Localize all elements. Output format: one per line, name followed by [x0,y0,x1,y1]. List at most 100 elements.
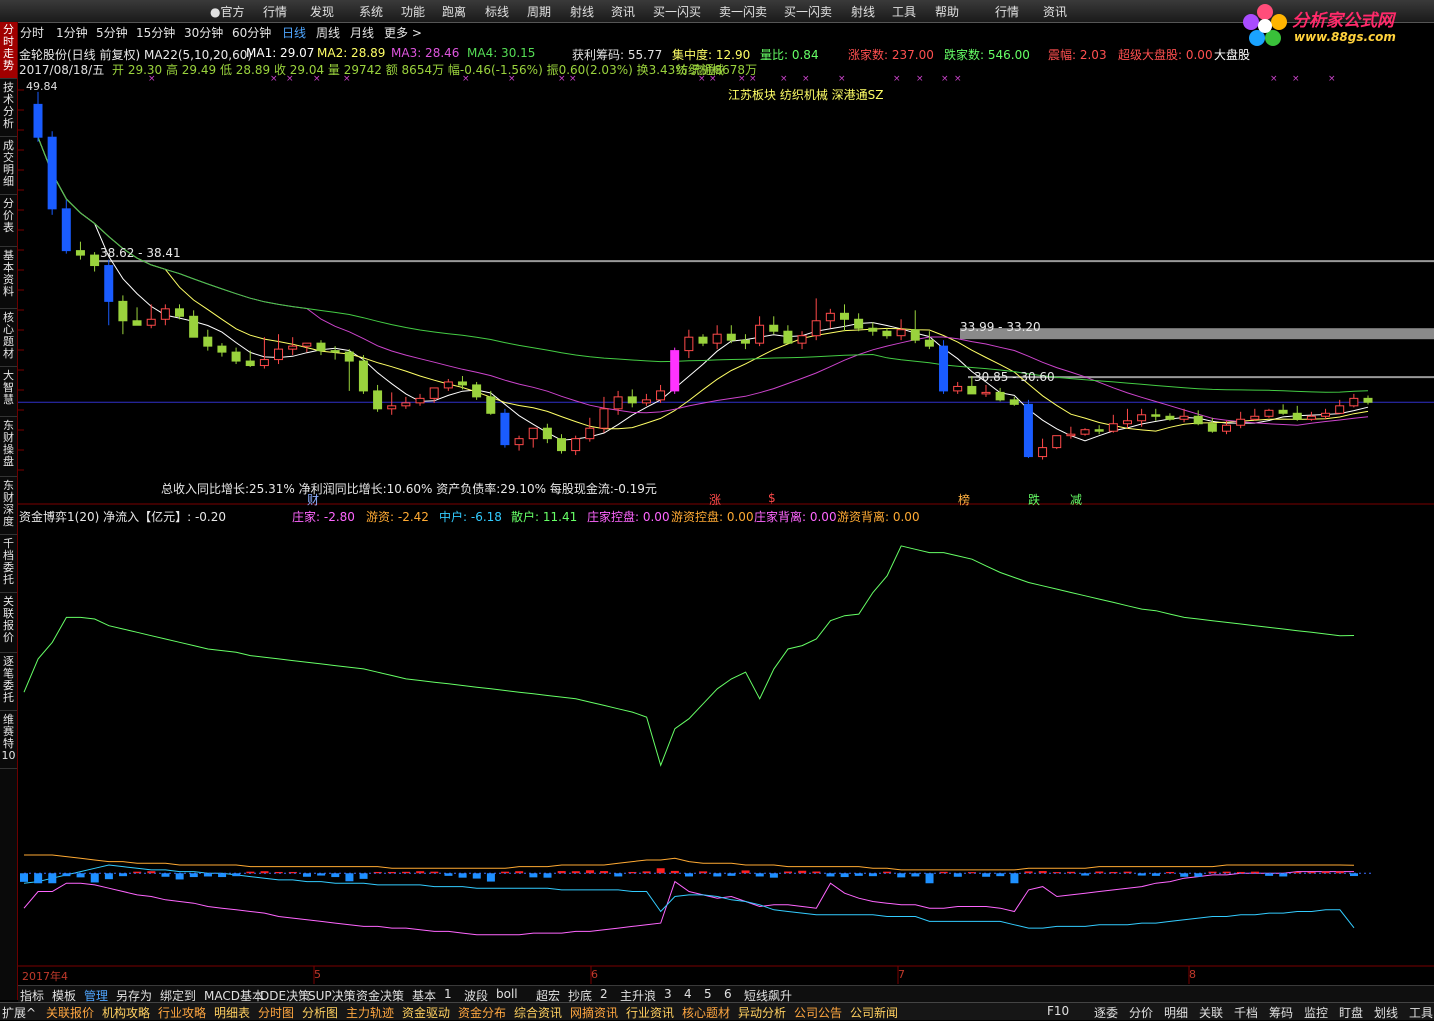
candle-body-down [457,381,467,386]
sidebar-tab-1[interactable]: 技术分析 [0,80,17,137]
status-right-7[interactable]: 监控 [1304,1004,1328,1021]
menu-item-0[interactable]: ●官方 [210,3,244,20]
status-left-9[interactable]: 资金分布 [458,1004,506,1021]
status-right-8[interactable]: 盯盘 [1339,1004,1363,1021]
zhuangjia-control: 庄家控盘: 0.00 [587,510,670,524]
candle-body-up [825,312,835,322]
tool-12[interactable]: boll [496,987,518,1001]
menu-item-12[interactable]: 买一闪卖 [784,3,832,20]
menu-item-11[interactable]: 卖一闪卖 [719,3,767,20]
status-left-13[interactable]: 核心题材 [682,1004,730,1021]
sidebar-tab-0[interactable]: 分时走势 [0,22,17,79]
status-left-1[interactable]: 关联报价 [46,1004,94,1021]
tool-10[interactable]: 1 [444,987,452,1001]
event-marker-0[interactable]: 财 [307,491,319,508]
sidebar-tab-4[interactable]: 基本资料 [0,248,17,309]
event-marker-4[interactable]: 跌 [1028,491,1040,508]
status-right-4[interactable]: 关联 [1199,1004,1223,1021]
candle-body-up [1306,415,1316,420]
status-left-4[interactable]: 明细表 [214,1004,250,1021]
event-marker-3[interactable]: 榜 [958,491,970,508]
menu-item-4[interactable]: 功能 [401,3,425,20]
menu-item-8[interactable]: 射线 [570,3,594,20]
menu-item-6[interactable]: 标线 [485,3,509,20]
menu-item-9[interactable]: 资讯 [611,3,635,20]
candle-body-up [896,329,906,337]
quote-date: 2017/08/18/五 [19,63,105,77]
status-left-6[interactable]: 分析图 [302,1004,338,1021]
candle-body-down [854,318,864,329]
tool-18[interactable]: 4 [684,987,692,1001]
menu-item-17[interactable]: 资讯 [1043,3,1067,20]
status-right-10[interactable]: 工具 [1409,1004,1433,1021]
status-right-5[interactable]: 千档 [1234,1004,1258,1021]
status-left-10[interactable]: 综合资讯 [514,1004,562,1021]
candle-body-up [1122,420,1132,425]
period-tab-5[interactable]: 60分钟 [232,24,271,41]
signal-cross: × [1292,74,1300,84]
sidebar-tab-9[interactable]: 千档委托 [0,536,17,593]
status-right-1[interactable]: 逐委 [1094,1004,1118,1021]
tool-17[interactable]: 3 [664,987,672,1001]
status-left-0[interactable]: 扩展^ [2,1004,36,1021]
candle-body-down [132,320,142,326]
status-left-11[interactable]: 网摘资讯 [570,1004,618,1021]
status-left-16[interactable]: 公司新闻 [850,1004,898,1021]
event-marker-2[interactable]: $ [768,491,776,505]
status-left-14[interactable]: 异动分析 [738,1004,786,1021]
sidebar-tab-5[interactable]: 核心题材 [0,310,17,367]
flow-bar [486,873,495,882]
status-left-8[interactable]: 资金驱动 [402,1004,450,1021]
menu-item-13[interactable]: 射线 [851,3,875,20]
status-left-15[interactable]: 公司公告 [794,1004,842,1021]
period-tab-4[interactable]: 30分钟 [184,24,223,41]
status-right-6[interactable]: 筹码 [1269,1004,1293,1021]
status-right-0[interactable]: F10 [1047,1004,1069,1018]
status-right-9[interactable]: 划线 [1374,1004,1398,1021]
status-left-7[interactable]: 主力轨迹 [346,1004,394,1021]
period-tab-7[interactable]: 周线 [316,24,340,41]
sidebar-tab-12[interactable]: 维赛特10 [0,712,17,769]
amplitude: 震幅: 2.03 [1048,48,1107,62]
super-large-cap: 超级大盘股: 0.00 [1118,48,1213,62]
status-left-5[interactable]: 分时图 [258,1004,294,1021]
menu-item-16[interactable]: 行情 [995,3,1019,20]
menu-item-14[interactable]: 工具 [892,3,916,20]
period-tab-9[interactable]: 更多 > [384,24,422,41]
candle-body-up [146,318,156,326]
period-tab-1[interactable]: 1分钟 [56,24,88,41]
sidebar-tab-2[interactable]: 成交明细 [0,138,17,195]
indicator-toolbar: 指标 模板 管理 另存为 绑定到 MACD基本 DDE决策 SUP决策 资金决策 基本 1 波段 bol… [18,985,1434,1003]
menu-item-15[interactable]: 帮助 [935,3,959,20]
sidebar-tab-11[interactable]: 逐笔委托 [0,654,17,711]
status-left-2[interactable]: 机构攻略 [102,1004,150,1021]
sidebar-tab-3[interactable]: 分价表 [0,196,17,247]
status-right-3[interactable]: 明细 [1164,1004,1188,1021]
sidebar-tab-10[interactable]: 关联报价 [0,594,17,653]
menu-item-5[interactable]: 跑离 [442,3,466,20]
status-left-3[interactable]: 行业攻略 [158,1004,206,1021]
period-tab-2[interactable]: 5分钟 [96,24,128,41]
sidebar-tab-6[interactable]: 大智慧 [0,368,17,417]
event-marker-1[interactable]: 涨 [709,491,721,508]
event-marker-5[interactable]: 减 [1070,491,1082,508]
menu-item-7[interactable]: 周期 [527,3,551,20]
tool-19[interactable]: 5 [704,987,712,1001]
left-sidebar: 分时走势 技术分析 成交明细 分价表 基本资料 核心题材 大智慧 东财操盘 东财深度 千档委托 关联… [0,22,18,1000]
x-axis-label-0: 2017年4 [22,970,68,983]
sidebar-tab-8[interactable]: 东财深度 [0,478,17,535]
menu-item-1[interactable]: 行情 [263,3,287,20]
menu-item-3[interactable]: 系统 [359,3,383,20]
menu-item-10[interactable]: 买一闪买 [653,3,701,20]
period-tab-6[interactable]: 日线 [282,24,306,41]
status-left-12[interactable]: 行业资讯 [626,1004,674,1021]
status-right-2[interactable]: 分价 [1129,1004,1153,1021]
period-tab-8[interactable]: 月线 [350,24,374,41]
period-tab-3[interactable]: 15分钟 [136,24,175,41]
menu-item-2[interactable]: 发现 [310,3,334,20]
tool-20[interactable]: 6 [724,987,732,1001]
sidebar-tab-7[interactable]: 东财操盘 [0,418,17,477]
candle-body-down [47,136,57,210]
tool-15[interactable]: 2 [600,987,608,1001]
period-tab-0[interactable]: 分时 [20,24,44,41]
